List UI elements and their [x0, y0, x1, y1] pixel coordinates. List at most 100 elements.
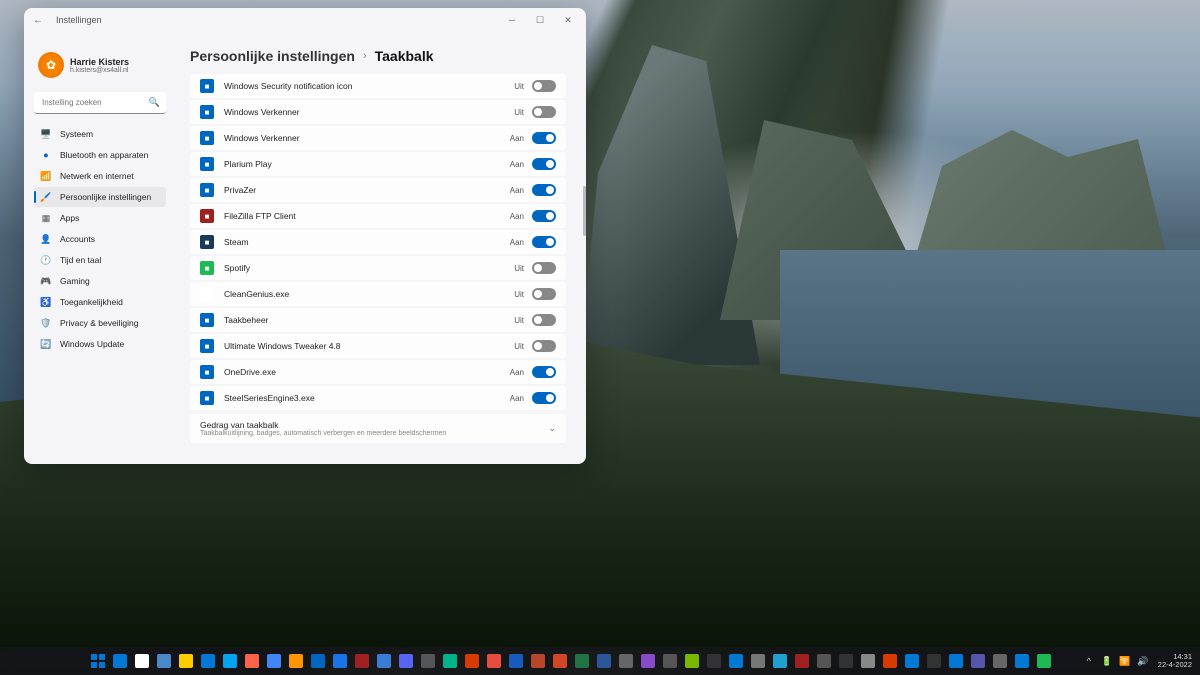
- tray-chevron-icon[interactable]: ^: [1082, 654, 1096, 668]
- taskbar-app-7[interactable]: [264, 651, 284, 671]
- taskbar-app-38[interactable]: [946, 651, 966, 671]
- toggle-switch[interactable]: [532, 210, 556, 222]
- toggle-switch[interactable]: [532, 288, 556, 300]
- taskbar-app-41[interactable]: [1012, 651, 1032, 671]
- taskbar-app-25[interactable]: [660, 651, 680, 671]
- taskbar-app-18[interactable]: [506, 651, 526, 671]
- taskbar-app-3[interactable]: [176, 651, 196, 671]
- tray-wifi-icon[interactable]: 🛜: [1118, 654, 1132, 668]
- app-name: CleanGenius.exe: [224, 289, 514, 299]
- toggle-state-label: Aan: [510, 134, 524, 143]
- scrollbar-thumb[interactable]: [583, 186, 586, 236]
- sidebar-item-7[interactable]: 🎮Gaming: [34, 271, 166, 291]
- taskbar-app-9[interactable]: [308, 651, 328, 671]
- taskbar-app-10[interactable]: [330, 651, 350, 671]
- taskbar-app-40[interactable]: [990, 651, 1010, 671]
- toggle-switch[interactable]: [532, 392, 556, 404]
- taskbar-app-1[interactable]: [132, 651, 152, 671]
- taskbar-app-13[interactable]: [396, 651, 416, 671]
- toggle-switch[interactable]: [532, 106, 556, 118]
- window-title: Instellingen: [56, 15, 102, 25]
- taskbar-app-27[interactable]: [704, 651, 724, 671]
- breadcrumb-parent[interactable]: Persoonlijke instellingen: [190, 48, 355, 64]
- nav-label: Privacy & beveiliging: [60, 318, 138, 328]
- taskbar-app-39[interactable]: [968, 651, 988, 671]
- taskbar-app-19[interactable]: [528, 651, 548, 671]
- taskbar-app-11[interactable]: [352, 651, 372, 671]
- taskbar-app-16[interactable]: [462, 651, 482, 671]
- taskbar-app-0[interactable]: [110, 651, 130, 671]
- back-button[interactable]: ←: [28, 10, 48, 30]
- toggle-switch[interactable]: [532, 262, 556, 274]
- nav-icon: 🕐: [40, 254, 52, 266]
- taskbar-app-24[interactable]: [638, 651, 658, 671]
- toggle-switch[interactable]: [532, 158, 556, 170]
- sidebar-item-3[interactable]: 🖌️Persoonlijke instellingen: [34, 187, 166, 207]
- breadcrumb: Persoonlijke instellingen › Taakbalk: [190, 48, 570, 64]
- close-button[interactable]: ✕: [554, 10, 582, 30]
- taskbar-app-4[interactable]: [198, 651, 218, 671]
- taskbar-app-42[interactable]: [1034, 651, 1054, 671]
- taskbar-app-21[interactable]: [572, 651, 592, 671]
- taskbar-app-17[interactable]: [484, 651, 504, 671]
- tray-battery-icon[interactable]: 🔋: [1100, 654, 1114, 668]
- settings-list: ■Windows Security notification iconUit■W…: [190, 74, 570, 464]
- nav-label: Accounts: [60, 234, 95, 244]
- sidebar-item-5[interactable]: 👤Accounts: [34, 229, 166, 249]
- sidebar-item-2[interactable]: 📶 Netwerk en internet: [34, 166, 166, 186]
- toggle-switch[interactable]: [532, 184, 556, 196]
- taskbar-app-32[interactable]: [814, 651, 834, 671]
- sidebar-item-8[interactable]: ♿Toegankelijkheid: [34, 292, 166, 312]
- nav-icon: 🔄: [40, 338, 52, 350]
- toggle-switch[interactable]: [532, 340, 556, 352]
- maximize-button[interactable]: ☐: [526, 10, 554, 30]
- taskbar-app-22[interactable]: [594, 651, 614, 671]
- app-icon: ■: [200, 339, 214, 353]
- toggle-switch[interactable]: [532, 314, 556, 326]
- taskbar-app-34[interactable]: [858, 651, 878, 671]
- toggle-switch[interactable]: [532, 236, 556, 248]
- sidebar-item-9[interactable]: 🛡️Privacy & beveiliging: [34, 313, 166, 333]
- taskbar-app-31[interactable]: [792, 651, 812, 671]
- sidebar-item-1[interactable]: ●Bluetooth en apparaten: [34, 145, 166, 165]
- taskbar-app-14[interactable]: [418, 651, 438, 671]
- taskbar-app-30[interactable]: [770, 651, 790, 671]
- nav-icon: 🎮: [40, 275, 52, 287]
- taskbar-app-8[interactable]: [286, 651, 306, 671]
- taskbar-app-29[interactable]: [748, 651, 768, 671]
- taskbar-app-33[interactable]: [836, 651, 856, 671]
- nav-label: Apps: [60, 213, 79, 223]
- toggle-switch[interactable]: [532, 80, 556, 92]
- taskbar-clock[interactable]: 14:31 22-4-2022: [1154, 653, 1192, 670]
- taskbar-app-37[interactable]: [924, 651, 944, 671]
- taskbar-app-28[interactable]: [726, 651, 746, 671]
- minimize-button[interactable]: ─: [498, 10, 526, 30]
- taskbar-app-36[interactable]: [902, 651, 922, 671]
- taskbar-app-5[interactable]: [220, 651, 240, 671]
- nav-icon: 📶: [40, 170, 52, 182]
- sidebar-item-6[interactable]: 🕐Tijd en taal: [34, 250, 166, 270]
- taskbar-app-20[interactable]: [550, 651, 570, 671]
- toggle-switch[interactable]: [532, 132, 556, 144]
- search-input[interactable]: [34, 92, 166, 114]
- taskbar-app-12[interactable]: [374, 651, 394, 671]
- behavior-expander[interactable]: Gedrag van taakbalkTaakbalkuitlijning, b…: [190, 414, 566, 443]
- sidebar-item-4[interactable]: ▦Apps: [34, 208, 166, 228]
- avatar: ✿: [38, 52, 64, 78]
- taskbar-app-15[interactable]: [440, 651, 460, 671]
- taskbar-app-23[interactable]: [616, 651, 636, 671]
- sidebar-item-10[interactable]: 🔄Windows Update: [34, 334, 166, 354]
- toggle-switch[interactable]: [532, 366, 556, 378]
- taskbar-app-26[interactable]: [682, 651, 702, 671]
- setting-row: ■SpotifyUit: [190, 256, 566, 280]
- taskbar-app-6[interactable]: [242, 651, 262, 671]
- sidebar-item-0[interactable]: 🖥️Systeem: [34, 124, 166, 144]
- nav-icon: 🖥️: [40, 128, 52, 140]
- start-button[interactable]: [88, 651, 108, 671]
- setting-row: ■OneDrive.exeAan: [190, 360, 566, 384]
- taskbar-app-2[interactable]: [154, 651, 174, 671]
- nav-label: Netwerk en internet: [60, 171, 134, 181]
- tray-volume-icon[interactable]: 🔊: [1136, 654, 1150, 668]
- profile-section[interactable]: ✿ Harrie Kisters h.kisters@xs4all.nl: [34, 40, 166, 92]
- taskbar-app-35[interactable]: [880, 651, 900, 671]
